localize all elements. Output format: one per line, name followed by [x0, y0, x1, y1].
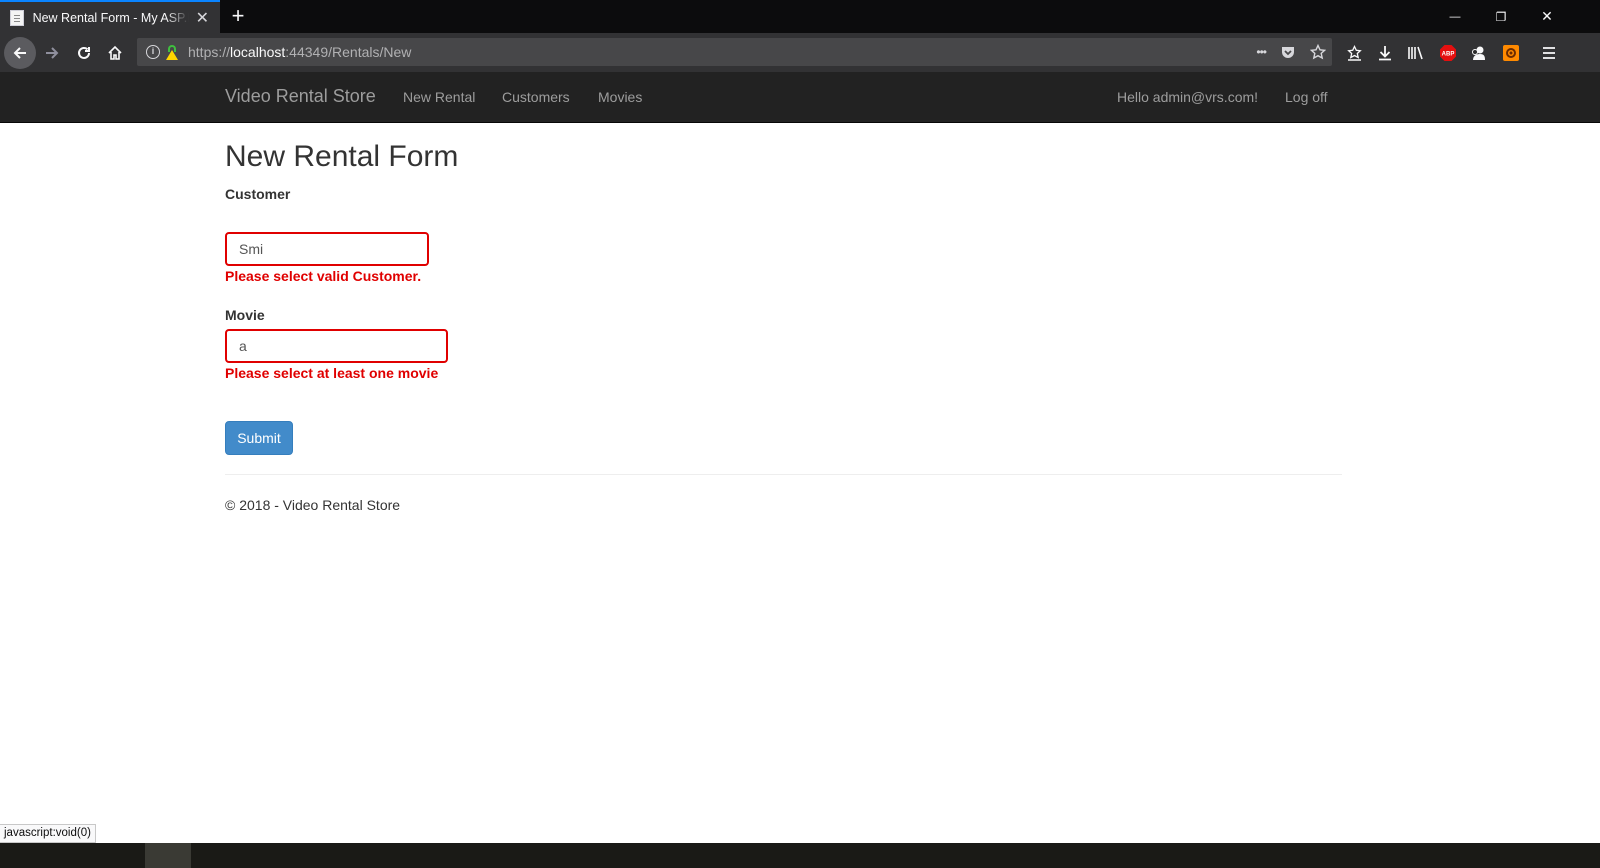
library-button[interactable] [1401, 38, 1431, 68]
movie-error: Please select at least one movie [225, 365, 439, 381]
site-navbar: Video Rental Store New Rental Customers … [0, 72, 1600, 123]
nav-user-greeting[interactable]: Hello admin@vrs.com! [1117, 89, 1258, 105]
extension-button[interactable] [1464, 38, 1494, 68]
movie-label: Movie [225, 307, 265, 323]
back-button[interactable] [4, 37, 36, 69]
site-info-icon[interactable]: i [146, 45, 160, 59]
pocket-icon[interactable] [1280, 44, 1296, 60]
page-actions: ••• [1256, 38, 1326, 66]
url-path: :44349/Rentals/New [285, 44, 412, 60]
tab-close-icon[interactable]: ✕ [195, 8, 210, 28]
library-icon [1408, 46, 1423, 60]
url-scheme: https:// [188, 44, 231, 60]
page-favicon-icon [10, 9, 24, 26]
close-icon: ✕ [1541, 8, 1553, 24]
url-host: localhost [230, 44, 286, 60]
arrow-right-icon [46, 47, 59, 59]
movie-input[interactable]: a [225, 329, 448, 363]
nav-link-movies[interactable]: Movies [598, 89, 642, 105]
star-tray-icon [1346, 44, 1362, 61]
browser-toolbar: i https://localhost:44349/Rentals/New ••… [0, 33, 1600, 72]
page-actions-menu-icon[interactable]: ••• [1256, 45, 1267, 59]
minimize-icon: — [1449, 10, 1461, 23]
downloads-button[interactable] [1370, 38, 1400, 68]
extension-gear-icon [1503, 45, 1519, 61]
submit-button[interactable]: Submit [225, 421, 293, 455]
restore-icon: ❐ [1495, 9, 1507, 24]
navbar-brand[interactable]: Video Rental Store [225, 86, 376, 107]
reload-icon [78, 46, 90, 59]
os-taskbar [0, 843, 1600, 868]
browser-tab-strip: New Rental Form - My ASP.NET Application… [0, 0, 1600, 33]
extension-orange-button[interactable] [1496, 38, 1526, 68]
forward-button[interactable] [37, 38, 67, 68]
tab-title: New Rental Form - My ASP.NET Application [32, 10, 189, 25]
adblock-button[interactable]: ABP [1433, 38, 1463, 68]
window-minimize-button[interactable]: — [1432, 0, 1478, 33]
customer-label: Customer [225, 186, 291, 202]
browser-tab-active[interactable]: New Rental Form - My ASP.NET Application… [0, 0, 220, 33]
window-restore-button[interactable]: ❐ [1478, 0, 1524, 33]
nav-link-customers[interactable]: Customers [502, 89, 570, 105]
nav-logoff-link[interactable]: Log off [1285, 89, 1328, 105]
adblock-icon: ABP [1440, 45, 1456, 61]
window-close-button[interactable]: ✕ [1524, 0, 1570, 33]
footer-copyright: © 2018 - Video Rental Store [225, 497, 401, 513]
footer-divider [225, 474, 1342, 475]
new-tab-button[interactable]: + [226, 3, 250, 29]
home-icon [108, 45, 122, 60]
insecure-lock-icon[interactable] [166, 45, 179, 60]
arrow-left-icon [13, 47, 26, 59]
customer-error: Please select valid Customer. [225, 268, 422, 284]
customer-input[interactable]: Smi [225, 232, 429, 266]
reload-button[interactable] [69, 38, 99, 68]
hamburger-menu-icon [1543, 47, 1555, 59]
svg-text:ABP: ABP [1442, 52, 1455, 58]
url-text[interactable]: https://localhost:44349/Rentals/New [188, 44, 411, 60]
address-bar[interactable]: i https://localhost:44349/Rentals/New ••… [137, 38, 1332, 66]
download-icon [1379, 46, 1391, 61]
taskbar-item[interactable] [145, 843, 191, 868]
extension-person-icon [1472, 46, 1485, 60]
nav-link-new-rental[interactable]: New Rental [403, 89, 475, 105]
home-button[interactable] [100, 38, 130, 68]
bookmark-star-icon[interactable] [1310, 44, 1326, 60]
status-bar-link-preview: javascript:void(0) [0, 824, 96, 843]
bookmarks-button[interactable] [1339, 38, 1369, 68]
page-title: New Rental Form [225, 140, 459, 173]
menu-button[interactable] [1534, 38, 1564, 68]
